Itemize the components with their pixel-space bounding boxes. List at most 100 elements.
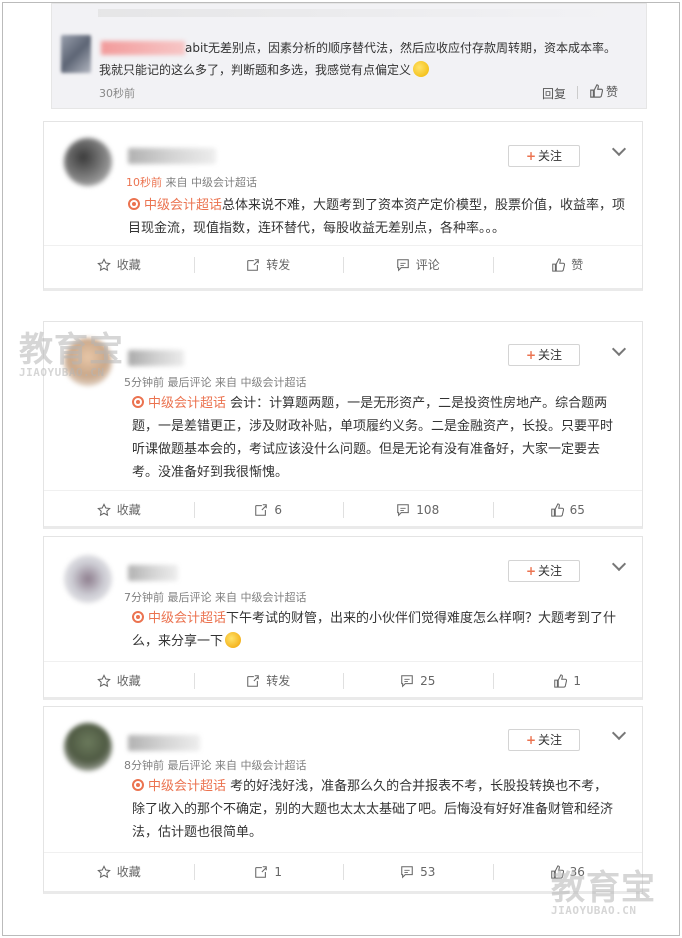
repost-button[interactable]: 转发 [193,662,344,699]
action-label: 转发 [266,258,291,272]
follow-label: 关注 [538,564,563,578]
post-time[interactable]: 8分钟前 [124,759,164,772]
repost-count: 6 [274,502,283,517]
topic-link[interactable]: 中级会计超话 [144,198,222,213]
follow-button[interactable]: + 关注 [508,729,580,751]
like-label: 赞 [606,85,619,99]
topic-link[interactable]: 中级会计超话 [148,611,226,626]
chevron-down-icon[interactable] [611,341,627,357]
action-label: 收藏 [116,865,141,879]
favorite-button[interactable]: 收藏 [44,491,194,528]
repost-button[interactable]: 6 [193,491,344,528]
star-icon [96,257,111,271]
like-button[interactable]: 65 [492,491,643,528]
comment-icon [401,865,413,879]
like-button[interactable]: 1 [492,662,643,699]
repost-count: 1 [274,864,283,879]
star-icon [96,864,111,878]
follow-button[interactable]: + 关注 [508,145,580,167]
thumbs-up-icon [552,257,566,272]
like-button[interactable]: 36 [492,853,643,890]
comment-button[interactable]: 评论 [343,246,493,283]
star-icon [96,673,111,687]
username-blurred[interactable] [128,565,178,581]
action-label: 评论 [415,258,440,272]
follow-button[interactable]: + 关注 [508,560,580,582]
top-comment-text: abit无差别点，因素分析的顺序替代法，然后应收应付存款周转期，资本成本率。我就… [99,37,619,81]
share-icon [247,674,260,687]
super-topic-icon [132,611,144,623]
like-count: 1 [573,673,582,688]
favorite-button[interactable]: 收藏 [44,246,194,283]
chevron-down-icon[interactable] [611,141,627,157]
post-actions: 收藏 6 108 65 [44,490,642,528]
topic-link[interactable]: 中级会计超话 [148,396,226,411]
source-link[interactable]: 中级会计超话 [241,759,307,772]
username-blurred[interactable] [128,350,184,366]
kiss-emoji-icon [225,632,242,648]
action-label: 收藏 [116,674,141,688]
thumbs-up-icon [550,864,564,879]
chevron-down-icon[interactable] [611,725,627,741]
post-time[interactable]: 7分钟前 [124,591,164,604]
post-text: 中级会计超话下午考试的财管，出来的小伙伴们觉得难度怎么样啊？大题考到了什么，来分… [132,607,618,653]
post-card: 5分钟前 最后评论 来自 中级会计超话 + 关注 中级会计超话 会计：计算题两题，… [43,321,643,529]
thumbs-up-icon [554,673,568,688]
username-blurred[interactable] [128,735,200,751]
comment-button[interactable]: 25 [343,662,493,699]
post-time[interactable]: 5分钟前 [124,376,164,389]
thumbs-up-icon [550,502,564,517]
comment-button[interactable]: 108 [343,491,493,528]
source-link[interactable]: 中级会计超话 [241,376,307,389]
source-prefix: 来自 [215,591,237,604]
laughing-emoji-icon [413,61,430,77]
plus-icon: + [525,564,537,578]
post-time[interactable]: 10秒前 [126,176,162,189]
share-icon [255,503,268,516]
like-button[interactable]: 赞 [589,83,618,100]
repost-button[interactable]: 1 [193,853,344,890]
like-button[interactable]: 赞 [492,246,643,283]
watermark-url: JIAOYUBAO.CN [551,904,637,917]
last-comment-label: 最后评论 [167,591,212,604]
source-link[interactable]: 中级会计超话 [241,591,307,604]
source-prefix: 来自 [215,376,237,389]
weibo-feed-screenshot: abit无差别点，因素分析的顺序替代法，然后应收应付存款周转期，资本成本率。我就… [2,2,680,936]
source-link[interactable]: 中级会计超话 [191,176,257,189]
avatar[interactable] [61,35,91,73]
username-blurred[interactable] [128,148,216,164]
topic-link[interactable]: 中级会计超话 [148,779,226,794]
post-meta: 10秒前 来自 中级会计超话 [126,174,257,190]
avatar[interactable] [64,338,112,386]
source-prefix: 来自 [165,176,188,189]
follow-button[interactable]: + 关注 [508,344,580,366]
favorite-button[interactable]: 收藏 [44,853,194,890]
avatar[interactable] [64,555,112,603]
comment-count: 108 [416,502,440,517]
comment-icon [401,674,413,688]
super-topic-icon [132,396,144,408]
chevron-down-icon[interactable] [611,556,627,572]
repost-button[interactable]: 转发 [193,246,344,283]
reply-button[interactable]: 回复 [542,85,566,102]
follow-label: 关注 [538,348,563,362]
last-comment-label: 最后评论 [167,759,212,772]
post-card: 10秒前 来自 中级会计超话 + 关注 中级会计超话总体来说不难，大题考到了资本资… [43,121,643,291]
post-meta: 5分钟前 最后评论 来自 中级会计超话 [124,374,307,390]
like-count: 65 [569,502,585,517]
favorite-button[interactable]: 收藏 [44,662,194,699]
avatar[interactable] [64,138,112,186]
follow-label: 关注 [538,149,563,163]
action-label: 收藏 [116,258,141,272]
star-icon [96,502,111,516]
source-prefix: 来自 [215,759,237,772]
cropped-row [98,9,618,17]
plus-icon: + [525,149,537,163]
post-actions: 收藏 转发 评论 赞 [44,245,642,283]
post-actions: 收藏 转发 25 1 [44,661,642,699]
action-label: 赞 [571,258,584,272]
comment-button[interactable]: 53 [343,853,493,890]
post-text: 中级会计超话 考的好浅好浅，准备那么久的合并报表不考，长股投转换也不考，除了收入… [132,775,618,844]
avatar[interactable] [64,723,112,771]
comment-icon [396,258,409,272]
